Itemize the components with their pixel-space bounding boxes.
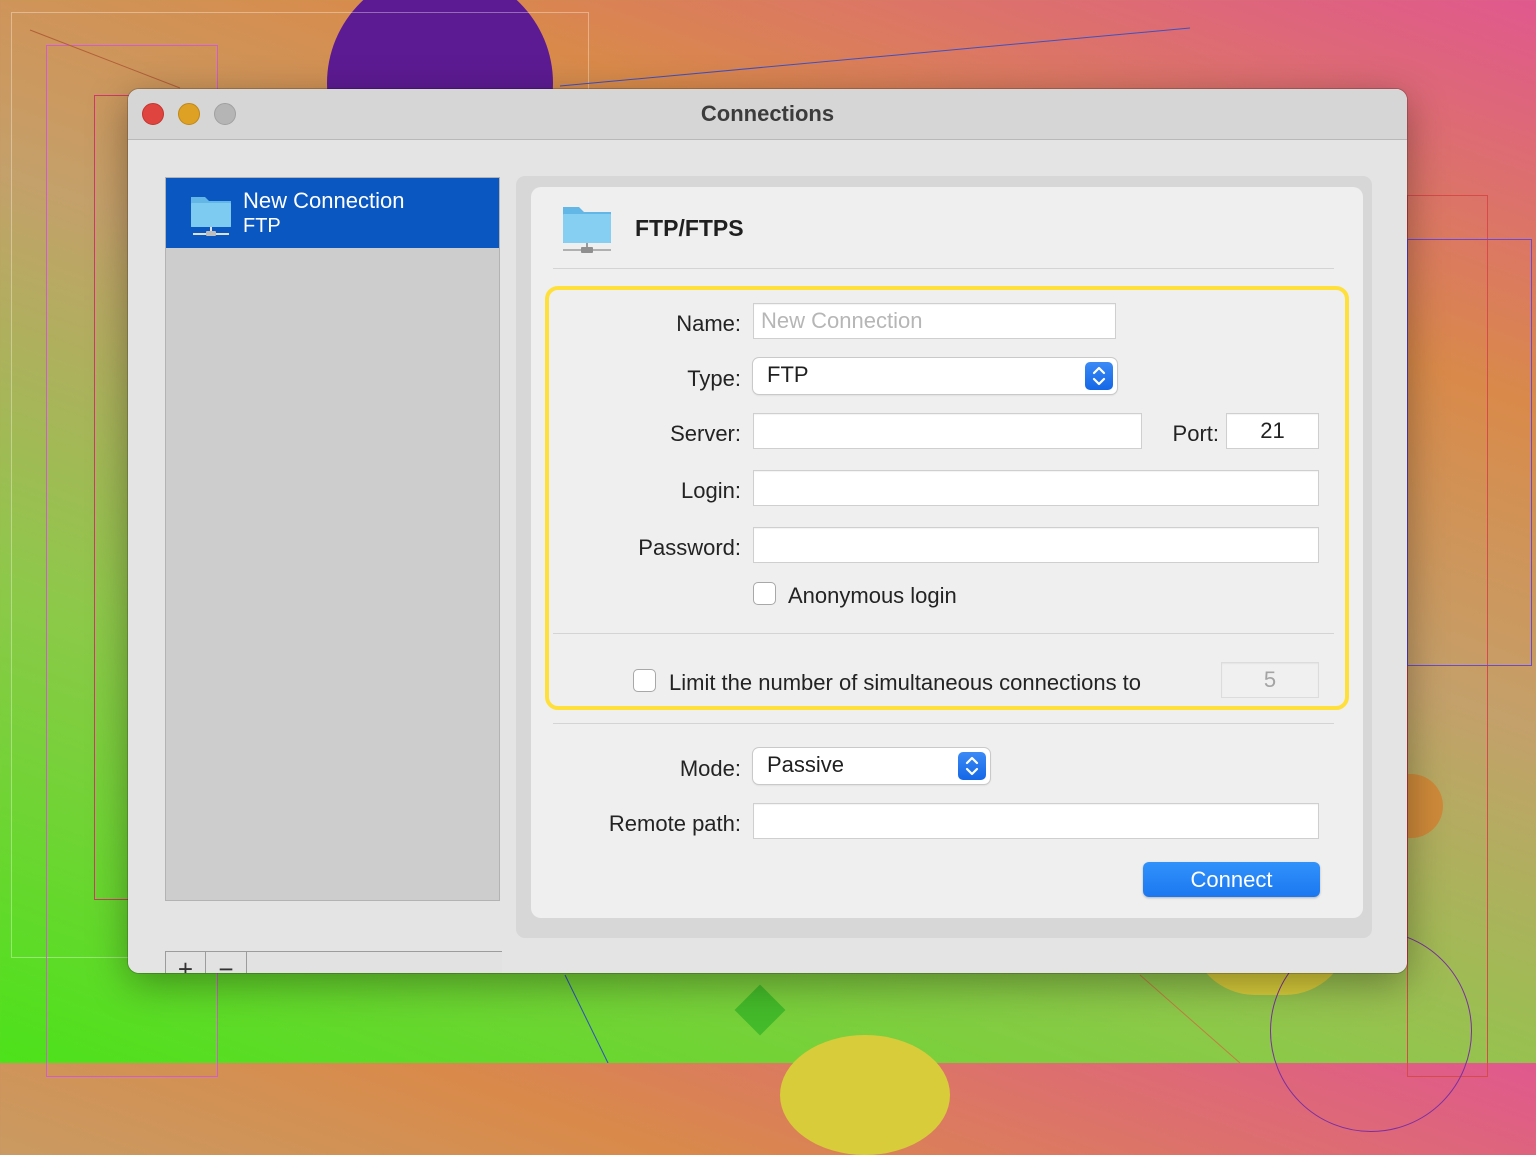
connections-sidebar: New Connection FTP [165, 177, 500, 901]
window-content: New Connection FTP + − FTP/FTPS Name: Ne… [128, 140, 1407, 973]
panel-title: FTP/FTPS [635, 215, 744, 241]
server-label: Server: [670, 421, 741, 446]
connections-window: Connections New Connection FTP + − FTP/F… [128, 89, 1407, 973]
settings-panel: FTP/FTPS Name: Type: FTP Server: Po [531, 187, 1363, 918]
port-label: Port: [1172, 421, 1219, 446]
name-label: Name: [676, 311, 741, 336]
name-field[interactable] [753, 303, 1116, 339]
title-bar[interactable]: Connections [128, 89, 1407, 140]
chevron-up-down-icon [1085, 362, 1113, 390]
login-label: Login: [681, 478, 741, 503]
sidebar-footer-toolbar: + − [165, 951, 502, 973]
chevron-up-down-icon [958, 752, 986, 780]
limit-connections-label[interactable]: Limit the number of simultaneous connect… [669, 670, 1141, 696]
limit-connections-checkbox[interactable] [633, 669, 656, 692]
window-title: Connections [700, 101, 835, 126]
header-divider [553, 268, 1334, 269]
mode-select-value: Passive [767, 752, 845, 777]
remove-connection-button[interactable]: − [206, 952, 247, 973]
type-select-value: FTP [767, 362, 809, 387]
mode-label: Mode: [679, 756, 741, 781]
password-label: Password: [638, 535, 741, 560]
sidebar-item-new-connection[interactable]: New Connection FTP [166, 178, 499, 248]
network-folder-icon [561, 201, 613, 260]
sidebar-item-subtitle: FTP [243, 215, 281, 237]
password-field[interactable] [753, 527, 1319, 563]
anonymous-login-label[interactable]: Anonymous login [788, 583, 957, 609]
remote-path-label: Remote path: [608, 811, 741, 836]
port-field[interactable] [1226, 413, 1319, 449]
type-select[interactable]: FTP [753, 358, 1117, 394]
anonymous-login-checkbox[interactable] [753, 582, 776, 605]
add-connection-button[interactable]: + [165, 952, 206, 973]
network-folder-icon [189, 191, 233, 242]
login-field[interactable] [753, 470, 1319, 506]
form-divider [553, 633, 1334, 634]
form-divider [553, 723, 1334, 724]
mode-select[interactable]: Passive [753, 748, 990, 784]
type-label: Type: [687, 366, 741, 391]
sidebar-item-title: New Connection [243, 188, 405, 213]
remote-path-field[interactable] [753, 803, 1319, 839]
server-field[interactable] [753, 413, 1142, 449]
connect-button[interactable]: Connect [1143, 862, 1320, 897]
limit-connections-field[interactable] [1221, 662, 1319, 698]
